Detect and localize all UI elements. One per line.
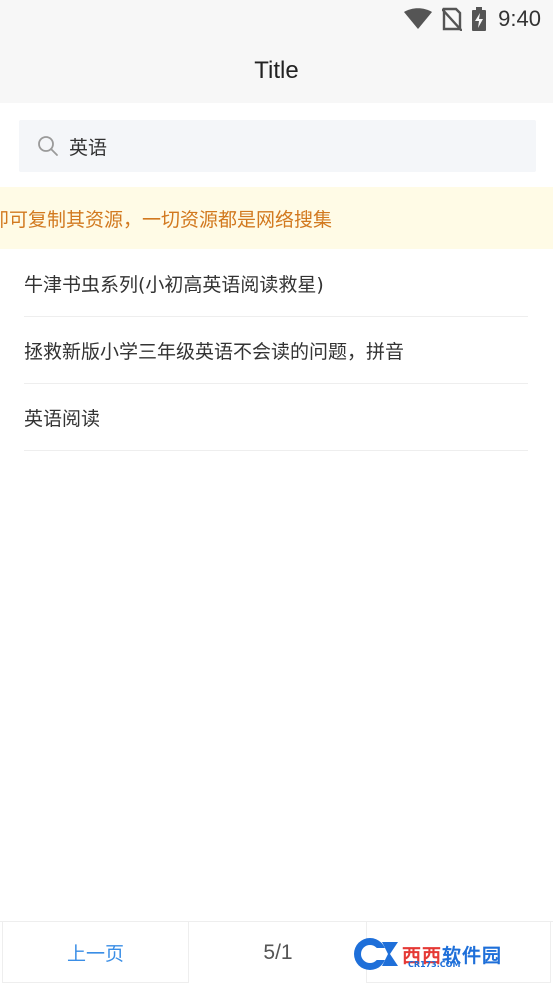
cr173-logo-icon <box>354 938 398 970</box>
page-title: Title <box>254 56 299 84</box>
list-item-label: 英语阅读 <box>24 407 101 430</box>
status-time: 9:40 <box>498 6 541 31</box>
search-box[interactable] <box>19 120 536 172</box>
page-counter: 5/1 <box>263 940 293 964</box>
search-input[interactable] <box>69 126 509 166</box>
search-icon <box>38 136 58 156</box>
list-item[interactable]: 英语阅读 <box>24 384 528 451</box>
status-icons: 9:40 <box>404 6 541 32</box>
title-bar: Title <box>0 38 553 103</box>
list-item-label: 拯救新版小学三年级英语不会读的问题，拼音 <box>24 340 405 363</box>
watermark-domain: CR173.COM <box>408 960 461 969</box>
list-item[interactable]: 拯救新版小学三年级英语不会读的问题，拼音 <box>24 317 528 384</box>
list-item-label: 牛津书虫系列(小初高英语阅读救星) <box>24 273 324 296</box>
prev-page-button[interactable]: 上一页 <box>2 922 189 983</box>
no-sim-icon <box>442 7 463 31</box>
notice-text: 即可复制其资源，一切资源都是网络搜集 <box>0 208 333 231</box>
list-item[interactable]: 牛津书虫系列(小初高英语阅读救星) <box>24 250 528 317</box>
results-list: 牛津书虫系列(小初高英语阅读救星) 拯救新版小学三年级英语不会读的问题，拼音 英… <box>24 250 528 451</box>
notice-banner: 即可复制其资源，一切资源都是网络搜集 <box>0 187 553 249</box>
status-bar: 9:40 <box>0 0 553 38</box>
battery-charging-icon <box>472 7 487 31</box>
wifi-icon <box>404 8 433 29</box>
watermark-logo: 西西软件园 CR173.COM <box>352 934 534 974</box>
